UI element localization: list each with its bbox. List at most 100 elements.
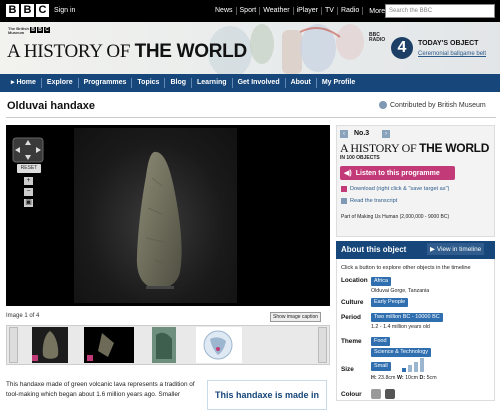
bbc-logo-letter: C bbox=[44, 27, 50, 33]
main-nav: ▸ Home Explore Programmes Topics Blog Le… bbox=[0, 74, 500, 92]
height-value: 23.8cm bbox=[378, 375, 396, 381]
download-icon bbox=[341, 186, 347, 192]
divider bbox=[6, 117, 496, 118]
nav-blog[interactable]: Blog bbox=[164, 78, 191, 88]
nav-topics[interactable]: Topics bbox=[131, 78, 164, 88]
series-title-thin: A HISTORY OF bbox=[7, 41, 131, 62]
pan-control[interactable] bbox=[12, 137, 44, 163]
depth-label: D: bbox=[419, 375, 426, 381]
size-scale-icon bbox=[402, 358, 424, 372]
thumbnail-scroll-left[interactable] bbox=[9, 327, 18, 363]
series-title[interactable]: A HISTORY OF THE WORLD bbox=[7, 41, 247, 63]
zoom-in-button[interactable]: + bbox=[24, 177, 33, 185]
reset-button[interactable]: RESET bbox=[17, 164, 41, 173]
todays-object-link[interactable]: Ceremonial ballgame belt bbox=[418, 50, 498, 58]
series-title-bold: THE WORLD bbox=[134, 41, 248, 62]
speaker-icon: ◀) bbox=[344, 170, 352, 177]
programme-title-thin: A HISTORY OF bbox=[340, 141, 417, 155]
bbc-logo-letter: B bbox=[21, 4, 34, 17]
thumbnail-4-map[interactable] bbox=[196, 327, 242, 363]
theme-label: Theme bbox=[341, 338, 362, 345]
nav-my-profile[interactable]: My Profile bbox=[315, 78, 360, 88]
object-description: This handaxe made of green volcanic lava… bbox=[6, 381, 195, 398]
top-nav-iplayer[interactable]: iPlayer bbox=[292, 7, 321, 15]
programme-subtitle: IN 100 OBJECTS bbox=[340, 155, 380, 161]
size-dimensions: H: 23.8cm W: 10cm D: 5cm bbox=[371, 375, 437, 381]
period-label: Period bbox=[341, 314, 361, 321]
bbc-radio-label: BBC RADIO bbox=[369, 33, 385, 43]
nav-about[interactable]: About bbox=[284, 78, 316, 88]
about-heading: About this object bbox=[341, 245, 407, 254]
colour-label: Colour bbox=[341, 391, 362, 398]
fullscreen-icon[interactable]: ▣ bbox=[24, 199, 33, 207]
bbc-logo-letter: B bbox=[37, 27, 43, 33]
download-label: Download (right click & "save target as"… bbox=[350, 186, 450, 192]
nav-home[interactable]: ▸ Home bbox=[6, 78, 41, 88]
home-arrow-icon: ▸ bbox=[11, 79, 15, 86]
previous-object-icon[interactable]: ‹ bbox=[340, 130, 348, 138]
contributor[interactable]: Contributed by British Museum bbox=[379, 101, 486, 109]
view-in-timeline-button[interactable]: ▶ View in timeline bbox=[427, 243, 485, 255]
page-title: Olduvai handaxe bbox=[7, 100, 96, 112]
top-nav-sport[interactable]: Sport bbox=[235, 7, 260, 15]
todays-object-label: TODAY'S OBJECT bbox=[418, 40, 479, 47]
document-icon bbox=[341, 198, 347, 204]
about-hint: Click a button to explore other objects … bbox=[341, 265, 471, 271]
top-nav-tv[interactable]: TV bbox=[321, 7, 337, 15]
timeline-label: View in timeline bbox=[436, 245, 482, 253]
object-number: No.3 bbox=[354, 130, 370, 137]
height-label: H: bbox=[371, 375, 377, 381]
british-museum-logo[interactable]: The British Museum bbox=[8, 27, 29, 35]
bbc-logo-letter: B bbox=[6, 4, 19, 17]
nav-learning[interactable]: Learning bbox=[191, 78, 232, 88]
part-of-link[interactable]: Part of Making Us Human (2,000,000 - 900… bbox=[341, 214, 449, 220]
width-value: 10cm bbox=[405, 375, 419, 381]
nav-programmes[interactable]: Programmes bbox=[77, 78, 132, 88]
size-tag[interactable]: Small bbox=[371, 362, 391, 371]
listen-button[interactable]: ◀) Listen to this programme bbox=[340, 166, 455, 180]
nav-explore[interactable]: Explore bbox=[40, 78, 78, 88]
thumbnail-2[interactable] bbox=[84, 327, 134, 363]
next-object-icon[interactable]: › bbox=[382, 130, 390, 138]
bbc-logo-letter: C bbox=[36, 4, 49, 17]
bbc-top-nav: News Sport Weather iPlayer TV Radio More… bbox=[212, 7, 404, 15]
location-tag[interactable]: Africa bbox=[371, 277, 392, 286]
thumbnail-1[interactable] bbox=[32, 327, 68, 363]
location-detail: Olduvai Gorge, Tanzania bbox=[371, 288, 430, 294]
top-nav-radio[interactable]: Radio bbox=[336, 7, 362, 15]
image-counter: Image 1 of 4 bbox=[6, 313, 40, 319]
handaxe-image bbox=[136, 151, 182, 289]
programme-title-bold: THE WORLD bbox=[419, 141, 490, 155]
thumbnail-3[interactable] bbox=[152, 327, 176, 363]
theme-tag-science[interactable]: Science & Technology bbox=[371, 348, 432, 357]
nav-get-involved[interactable]: Get Involved bbox=[231, 78, 285, 88]
top-nav-weather[interactable]: Weather bbox=[259, 7, 292, 15]
period-detail: 1.2 - 1.4 million years old bbox=[371, 324, 430, 330]
radio-label-line: RADIO bbox=[369, 37, 386, 43]
nav-home-label: Home bbox=[16, 79, 36, 86]
top-nav-news[interactable]: News bbox=[212, 7, 236, 15]
search-input[interactable]: Search the BBC bbox=[385, 4, 495, 18]
theme-tag-food[interactable]: Food bbox=[371, 337, 390, 346]
width-label: W: bbox=[396, 375, 404, 381]
size-label: Size bbox=[341, 366, 354, 373]
zoom-out-button[interactable]: − bbox=[24, 188, 33, 196]
download-link[interactable]: Download (right click & "save target as"… bbox=[341, 186, 449, 192]
museum-icon bbox=[379, 101, 387, 109]
colour-swatch-dark[interactable] bbox=[385, 389, 395, 399]
period-tag[interactable]: Two million BC - 10000 BC bbox=[371, 313, 443, 322]
radio4-logo[interactable]: 4 bbox=[391, 37, 413, 59]
location-label: Location bbox=[341, 277, 368, 284]
listen-label: Listen to this programme bbox=[355, 169, 440, 177]
sign-in-link[interactable]: Sign in bbox=[54, 7, 75, 14]
show-caption-button[interactable]: Show image caption bbox=[270, 312, 322, 322]
transcript-link[interactable]: Read the transcript bbox=[341, 198, 397, 204]
depth-value: 5cm bbox=[426, 375, 437, 381]
culture-tag[interactable]: Early People bbox=[371, 298, 409, 307]
bbc-logo[interactable]: B B C bbox=[6, 4, 49, 17]
contributor-label: Contributed by British Museum bbox=[390, 101, 486, 109]
colour-swatch-grey[interactable] bbox=[371, 389, 381, 399]
thumbnail-scroll-right[interactable] bbox=[318, 327, 327, 363]
museum-line: Museum bbox=[8, 30, 25, 35]
timeline-icon: ▶ bbox=[430, 246, 435, 253]
